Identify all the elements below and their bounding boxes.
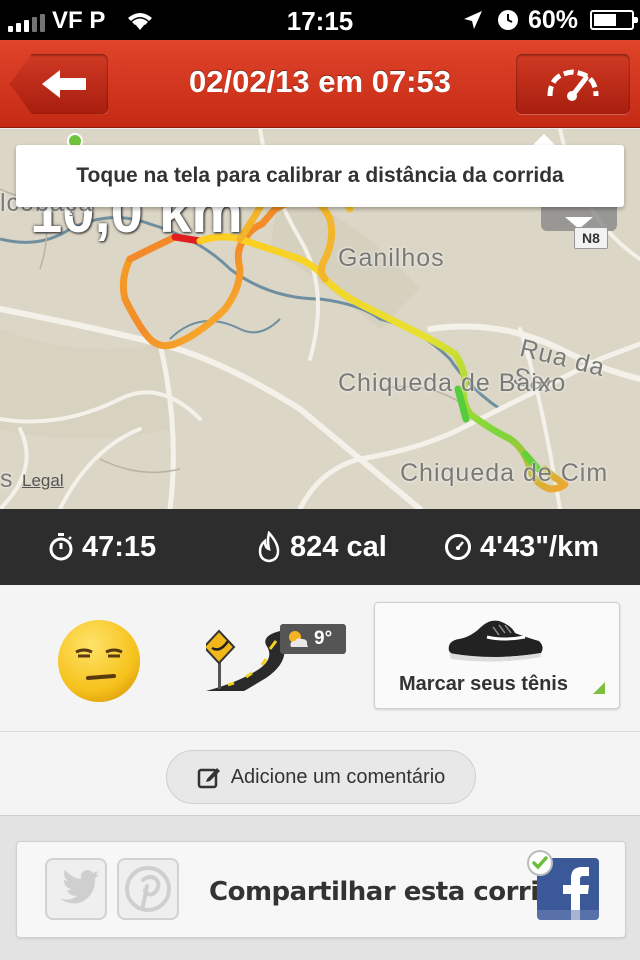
run-details: 9° Marcar seus tênis Adicione um comentá… [0, 585, 640, 815]
pace-gauge-icon [445, 534, 471, 560]
map-label-s: s [0, 465, 14, 493]
battery-icon [590, 10, 638, 30]
tag-shoes-button[interactable]: Marcar seus tênis [374, 602, 620, 709]
speedometer-icon [547, 69, 599, 101]
stat-duration: 47:15 [48, 509, 156, 585]
weather-badge: 9° [280, 624, 346, 654]
section-divider [0, 731, 640, 732]
battery-percent: 60% [528, 6, 579, 34]
pinterest-button[interactable] [117, 858, 179, 920]
edit-icon [197, 768, 220, 789]
stat-calories: 824 cal [256, 509, 387, 585]
share-section: Compartilhar esta corrida [0, 815, 640, 960]
map-label-ganilhos: Ganilhos [338, 244, 445, 272]
pinterest-icon [125, 866, 171, 912]
alarm-clock-icon [498, 10, 518, 30]
add-comment-label: Adicione um comentário [230, 765, 446, 788]
status-bar: VF P 17:15 60% [0, 0, 640, 40]
twitter-button[interactable] [45, 858, 107, 920]
back-button[interactable] [10, 54, 108, 114]
stat-pace: 4'43"/km [444, 509, 599, 585]
location-arrow-icon [464, 11, 482, 29]
map-legal-link[interactable]: Legal [22, 471, 64, 491]
stopwatch-icon [49, 533, 73, 561]
shoe-icon [448, 620, 543, 662]
map-label-chiqueda-baixo: Chiqueda de Baixo [338, 369, 567, 397]
nav-bar: 02/02/13 em 07:53 [0, 40, 640, 128]
calibrate-tooltip[interactable]: Toque na tela para calibrar a distância … [16, 145, 624, 207]
share-card: Compartilhar esta corrida [16, 841, 626, 938]
back-arrow-icon [42, 70, 86, 98]
map-label-chiqueda-cima: Chiqueda de Cim [400, 459, 609, 487]
speedometer-button[interactable] [516, 54, 630, 114]
road-shield: N8 [574, 227, 608, 249]
add-comment-button[interactable]: Adicione um comentário [166, 750, 476, 804]
calories-value: 824 cal [290, 530, 387, 563]
partly-cloudy-icon [289, 631, 308, 647]
emoji-unamused-icon[interactable] [56, 618, 142, 704]
pace-value: 4'43"/km [480, 530, 600, 563]
flame-icon [258, 531, 280, 563]
share-run-label: Compartilhar esta corrida [209, 877, 574, 907]
page-title: 02/02/13 em 07:53 [189, 64, 451, 99]
temperature-value: 9° [314, 628, 333, 649]
facebook-checked-icon [527, 850, 553, 876]
twitter-icon [59, 870, 99, 904]
corner-indicator-icon [593, 682, 605, 694]
duration-value: 47:15 [82, 530, 157, 563]
tag-shoes-label: Marcar seus tênis [399, 673, 568, 695]
stats-bar: 47:15 824 cal 4'43"/km [0, 509, 640, 585]
